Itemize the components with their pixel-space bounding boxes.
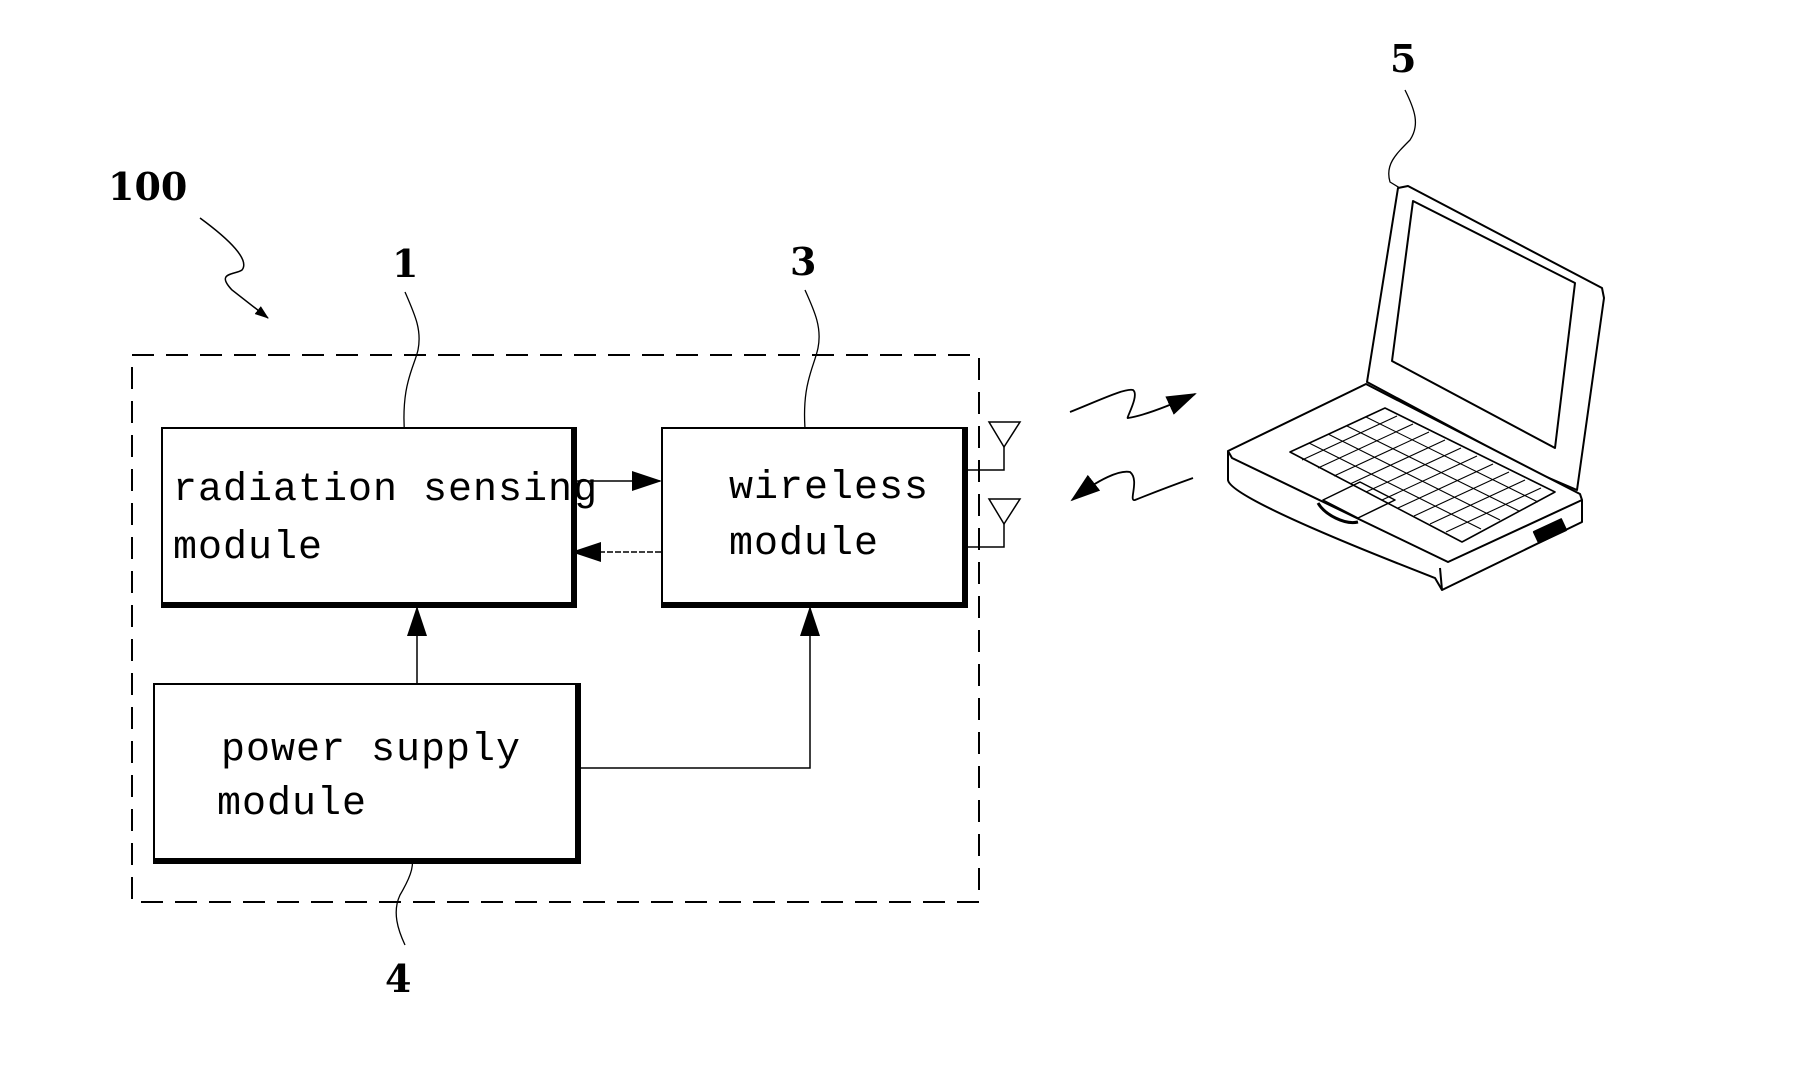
wireless-module-box: wireless module [661, 427, 968, 608]
ref-label-3: 3 [790, 239, 817, 284]
wireless-signal-in-icon [1070, 470, 1194, 502]
arrow-power-to-wireless [580, 606, 820, 769]
wireless-signal-out-icon [1069, 388, 1197, 419]
leader-1 [403, 291, 420, 441]
radiation-sensing-module-label-line2: module [173, 526, 324, 571]
leader-5 [1388, 89, 1417, 191]
patent-figure: 100 1 3 4 5 radiation sensing module wir… [0, 0, 1805, 1065]
power-supply-module-box: power supply module [153, 683, 581, 864]
ref-label-5: 5 [1390, 36, 1417, 81]
radiation-sensing-module-label-line1: radiation sensing [173, 468, 599, 513]
laptop-computer-icon [1227, 185, 1605, 591]
ref-label-4: 4 [385, 956, 412, 1001]
leader-100 [199, 217, 269, 319]
antenna-icon [966, 421, 1022, 471]
power-supply-module-label-line2: module [217, 782, 368, 827]
wireless-module-label-line2: module [729, 522, 880, 567]
power-supply-module-label-line1: power supply [221, 728, 522, 773]
ref-label-1: 1 [392, 241, 419, 286]
leader-3 [803, 289, 820, 441]
wireless-module-label-line1: wireless [729, 466, 930, 511]
antenna-icon [966, 498, 1022, 548]
radiation-sensing-module-box: radiation sensing module [161, 427, 597, 608]
ref-label-100: 100 [108, 164, 188, 209]
